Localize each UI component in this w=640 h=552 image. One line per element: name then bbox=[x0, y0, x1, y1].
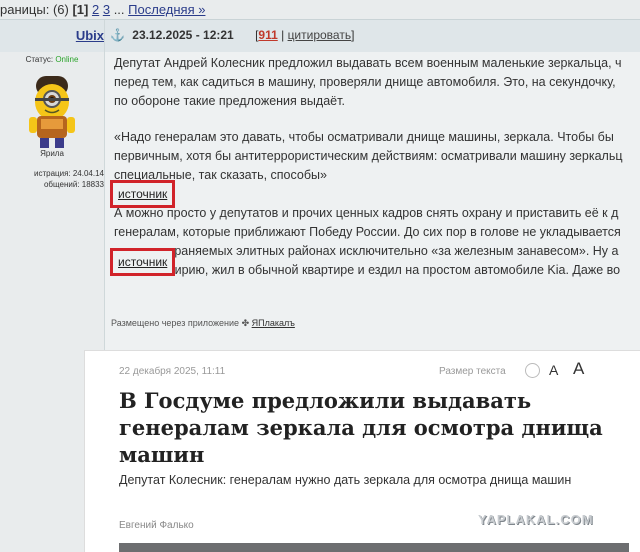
registration-date: истрация: 24.04.14 bbox=[34, 169, 104, 178]
watermark: YAPLAKAL.COM bbox=[478, 512, 594, 527]
status-online: Online bbox=[55, 55, 79, 64]
article-headline: В Госдуме предложили выдавать генералам … bbox=[119, 388, 603, 467]
post-paragraph-1: Депутат Андрей Колесник предложил выдава… bbox=[114, 54, 640, 111]
posted-via: Размещено через приложение ✤ ЯПлакалъ bbox=[111, 318, 295, 329]
text-size-large-button[interactable]: A bbox=[573, 359, 584, 379]
pager-count: (6) bbox=[52, 2, 69, 17]
username-link[interactable]: Ubix bbox=[0, 28, 104, 43]
article-author: Евгений Фалько bbox=[119, 520, 194, 531]
post-line: «Надо генералам это давать, чтобы осматр… bbox=[114, 130, 614, 144]
post-quote: «Надо генералам это давать, чтобы осматр… bbox=[114, 128, 640, 185]
post-meta: ⚓ 23.12.2025 - 12:21 [911 | цитировать] bbox=[110, 28, 355, 42]
post-line: А можно просто у депутатов и прочих ценн… bbox=[114, 206, 619, 220]
text-size-small-button[interactable]: A bbox=[549, 362, 558, 378]
article-date: 22 декабря 2025, 11:11 bbox=[119, 366, 226, 377]
post-line: первичным, хотя бы антитеррористическим … bbox=[114, 149, 623, 163]
cite-link[interactable]: цитировать bbox=[288, 28, 352, 42]
user-stats: истрация: 24.04.14 общений: 18833 bbox=[0, 168, 104, 190]
post-line: перед тем, как садиться в машину, провер… bbox=[114, 75, 616, 89]
pager-ellipsis: ... bbox=[113, 2, 125, 17]
post-line: живут в охраняемых элитных районах исклю… bbox=[114, 244, 619, 258]
pager-link-2[interactable]: 2 bbox=[92, 2, 99, 17]
post-line: по обороне такие предложения выдаёт. bbox=[114, 94, 345, 108]
clock-icon[interactable] bbox=[525, 363, 540, 378]
author-cell: Ubix bbox=[0, 20, 105, 52]
post-count: общений: 18833 bbox=[43, 180, 104, 189]
app-link[interactable]: ЯПлакалъ bbox=[252, 318, 295, 328]
post-header: Ubix ⚓ 23.12.2025 - 12:21 [911 | цитиров… bbox=[0, 19, 640, 53]
post-line: Чечню и Сирию, жил в обычной квартире и … bbox=[114, 263, 621, 277]
pager-link-3[interactable]: 3 bbox=[103, 2, 110, 17]
pager-current-page: [1] bbox=[72, 2, 89, 17]
post-line: генералам, которые приближают Победу Рос… bbox=[114, 225, 621, 239]
posted-via-label: Размещено через приложение bbox=[111, 318, 240, 328]
post-line: специальные, так сказать, способы» bbox=[114, 168, 327, 182]
avatar[interactable] bbox=[21, 72, 83, 150]
app-icon: ✤ bbox=[241, 318, 250, 328]
post-date: 23.12.2025 - 12:21 bbox=[132, 28, 234, 42]
post-paragraph-2: А можно просто у депутатов и прочих ценн… bbox=[114, 204, 640, 280]
source-link-1[interactable]: источник bbox=[110, 180, 176, 208]
text-size-label: Размер текста bbox=[439, 366, 506, 377]
post-rating[interactable]: 911 bbox=[258, 28, 277, 42]
post-line: Депутат Андрей Колесник предложил выдава… bbox=[114, 56, 622, 70]
source-link-2[interactable]: источник bbox=[110, 248, 176, 276]
anchor-icon[interactable]: ⚓ bbox=[110, 28, 125, 42]
pagination-bar: раницы: (6) [1] 2 3 ... Последняя » bbox=[0, 0, 640, 19]
user-nickname: Ярила bbox=[40, 149, 64, 158]
pager-last-link[interactable]: Последняя » bbox=[128, 2, 205, 17]
status-label: Статус: bbox=[25, 55, 54, 64]
pager-label: раницы: bbox=[0, 2, 50, 17]
article-lead: Депутат Колесник: генералам нужно дать з… bbox=[119, 473, 572, 487]
user-status: Статус: Online bbox=[0, 55, 104, 64]
